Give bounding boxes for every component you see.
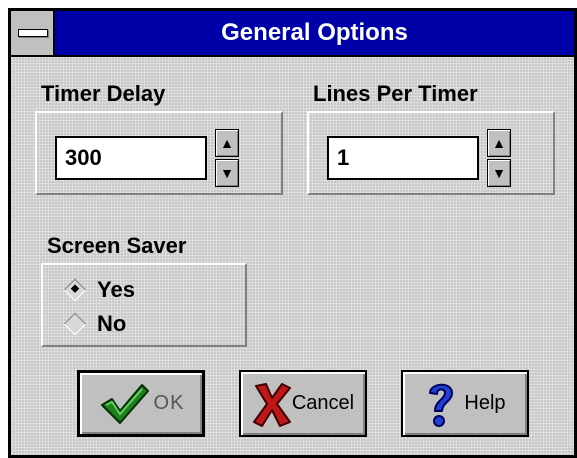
screen-saver-yes-option[interactable]: Yes [63,275,135,305]
help-button[interactable]: Help [401,370,529,437]
blue-question-mark-icon [424,379,458,429]
lines-per-timer-down-button[interactable]: ▼ [487,159,511,187]
timer-delay-down-button[interactable]: ▼ [215,159,239,187]
green-checkmark-icon [98,381,150,427]
ok-button[interactable]: OK [77,370,205,437]
radio-selected-icon[interactable] [63,278,87,302]
cancel-button[interactable]: Cancel [239,370,367,437]
system-menu-icon [18,29,48,37]
screen-saver-label: Screen Saver [47,233,187,258]
timer-delay-up-button[interactable]: ▲ [215,129,239,157]
help-button-label: Help [464,392,506,414]
ok-button-label: OK [153,392,185,414]
lines-per-timer-spinner: ▲ ▼ [487,129,511,187]
window-title: General Options [221,19,408,46]
system-menu-button[interactable] [11,11,55,55]
screen-saver-no-label: No [97,311,127,336]
general-options-dialog: General Options Timer Delay 300 ▲ ▼ Line… [8,8,577,458]
lines-per-timer-label: Lines Per Timer [313,81,478,106]
timer-delay-label: Timer Delay [41,81,166,106]
lines-per-timer-up-button[interactable]: ▲ [487,129,511,157]
title-bar[interactable]: General Options [11,11,574,57]
screen-saver-group: Yes No [41,263,247,347]
screen-saver-no-option[interactable]: No [63,309,127,339]
lines-per-timer-input[interactable]: 1 [327,136,479,180]
cancel-button-label: Cancel [291,392,355,414]
red-x-icon [252,380,292,428]
timer-delay-spinner: ▲ ▼ [215,129,239,187]
radio-unselected-icon[interactable] [63,312,87,336]
timer-delay-input[interactable]: 300 [55,136,207,180]
screen-saver-yes-label: Yes [97,277,135,302]
